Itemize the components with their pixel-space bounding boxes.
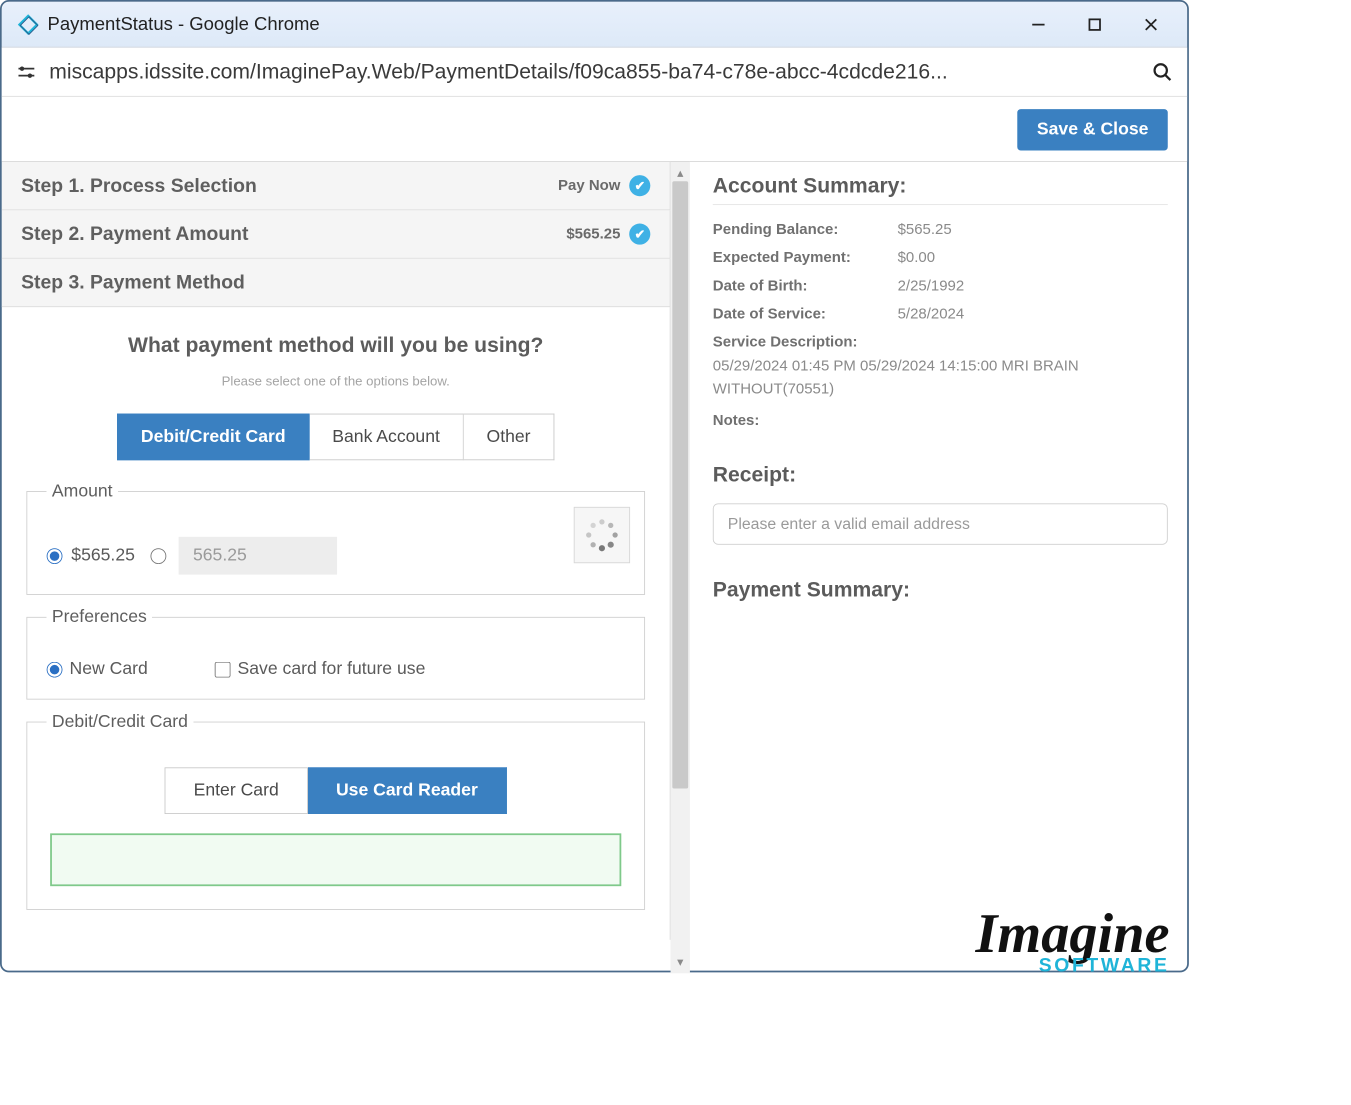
preferences-fieldset: Preferences New Card Save card for futur… (26, 607, 645, 699)
zoom-icon[interactable] (1150, 59, 1175, 84)
service-description-value: 05/29/2024 01:45 PM 05/29/2024 14:15:00 … (713, 355, 1168, 400)
dob-value: 2/25/1992 (898, 277, 965, 295)
payment-summary-heading: Payment Summary: (713, 578, 1168, 603)
preferences-legend: Preferences (47, 607, 152, 627)
dos-value: 5/28/2024 (898, 305, 965, 323)
summary-panel: Account Summary: Pending Balance: $565.2… (690, 161, 1187, 973)
window-title: PaymentStatus - Google Chrome (48, 14, 1026, 35)
pending-balance-label: Pending Balance: (713, 221, 898, 239)
logo-text-main: Imagine (976, 909, 1170, 960)
tab-other[interactable]: Other (464, 414, 555, 461)
amount-legend: Amount (47, 481, 118, 501)
scroll-thumb[interactable] (672, 181, 688, 788)
payment-method-question: What payment method will you be using? (26, 334, 645, 359)
row-dob: Date of Birth: 2/25/1992 (713, 277, 1168, 295)
new-card-radio[interactable] (47, 661, 63, 677)
service-description-label: Service Description: (713, 334, 1168, 352)
step-3-body: What payment method will you be using? P… (2, 307, 671, 940)
receipt-email-input[interactable] (713, 503, 1168, 544)
step-2-header[interactable]: Step 2. Payment Amount $565.25 ✔ (2, 210, 671, 258)
amount-custom-option[interactable] (151, 537, 338, 575)
receipt-heading: Receipt: (713, 463, 1168, 488)
tab-enter-card[interactable]: Enter Card (165, 767, 308, 814)
wizard-panel: Step 1. Process Selection Pay Now ✔ Step… (2, 161, 671, 973)
card-fieldset: Debit/Credit Card Enter Card Use Card Re… (26, 712, 645, 910)
amount-custom-input[interactable] (179, 537, 337, 575)
minimize-button[interactable] (1025, 11, 1051, 37)
save-card-option[interactable]: Save card for future use (215, 659, 426, 679)
expected-payment-value: $0.00 (898, 249, 935, 267)
tab-bank-account[interactable]: Bank Account (309, 414, 463, 461)
notes-label: Notes: (713, 412, 1168, 430)
row-pending-balance: Pending Balance: $565.25 (713, 221, 1168, 239)
address-bar: miscapps.idssite.com/ImaginePay.Web/Paym… (2, 48, 1187, 97)
tab-use-card-reader[interactable]: Use Card Reader (308, 767, 507, 814)
card-reader-panel (50, 833, 621, 886)
save-card-label: Save card for future use (238, 659, 426, 679)
payment-method-subtext: Please select one of the options below. (26, 374, 645, 389)
amount-fieldset: Amount (26, 481, 645, 595)
step-1-value: Pay Now (558, 177, 620, 195)
save-close-button[interactable]: Save & Close (1018, 109, 1168, 150)
amount-preset-label: $565.25 (71, 546, 135, 566)
row-expected-payment: Expected Payment: $0.00 (713, 249, 1168, 267)
scroll-down-icon[interactable]: ▾ (677, 955, 683, 970)
expected-payment-label: Expected Payment: (713, 249, 898, 267)
step-3-header[interactable]: Step 3. Payment Method (2, 259, 671, 307)
close-button[interactable] (1138, 11, 1164, 37)
step-1-header[interactable]: Step 1. Process Selection Pay Now ✔ (2, 162, 671, 210)
loading-spinner (574, 507, 630, 563)
maximize-button[interactable] (1082, 11, 1108, 37)
pending-balance-value: $565.25 (898, 221, 952, 239)
window-titlebar: PaymentStatus - Google Chrome (2, 2, 1187, 48)
dos-label: Date of Service: (713, 305, 898, 323)
new-card-label: New Card (70, 659, 148, 679)
url-text[interactable]: miscapps.idssite.com/ImaginePay.Web/Paym… (49, 59, 1139, 84)
tab-debit-credit[interactable]: Debit/Credit Card (117, 414, 309, 461)
amount-preset-option[interactable]: $565.25 (47, 546, 135, 566)
scroll-up-icon[interactable]: ▴ (677, 165, 683, 180)
brand-logo: Imagine SOFTWARE (976, 909, 1170, 974)
save-card-checkbox[interactable] (215, 661, 231, 677)
amount-preset-radio[interactable] (47, 548, 63, 564)
card-entry-tabs: Enter Card Use Card Reader (47, 767, 625, 814)
site-settings-icon[interactable] (14, 59, 39, 84)
step-2-value: $565.25 (566, 225, 620, 243)
check-icon: ✔ (629, 175, 650, 196)
row-dos: Date of Service: 5/28/2024 (713, 305, 1168, 323)
payment-method-tabs: Debit/Credit Card Bank Account Other (26, 414, 645, 461)
card-legend: Debit/Credit Card (47, 712, 194, 732)
dob-label: Date of Birth: (713, 277, 898, 295)
account-summary-heading: Account Summary: (713, 174, 1168, 205)
step-3-title: Step 3. Payment Method (21, 271, 245, 294)
new-card-option[interactable]: New Card (47, 659, 148, 679)
app-icon (18, 14, 39, 35)
step-1-title: Step 1. Process Selection (21, 174, 257, 197)
action-bar: Save & Close (2, 97, 1187, 161)
amount-custom-radio[interactable] (151, 548, 167, 564)
left-panel-scrollbar[interactable]: ▴ ▾ (671, 161, 690, 973)
step-2-title: Step 2. Payment Amount (21, 223, 248, 246)
check-icon: ✔ (629, 224, 650, 245)
